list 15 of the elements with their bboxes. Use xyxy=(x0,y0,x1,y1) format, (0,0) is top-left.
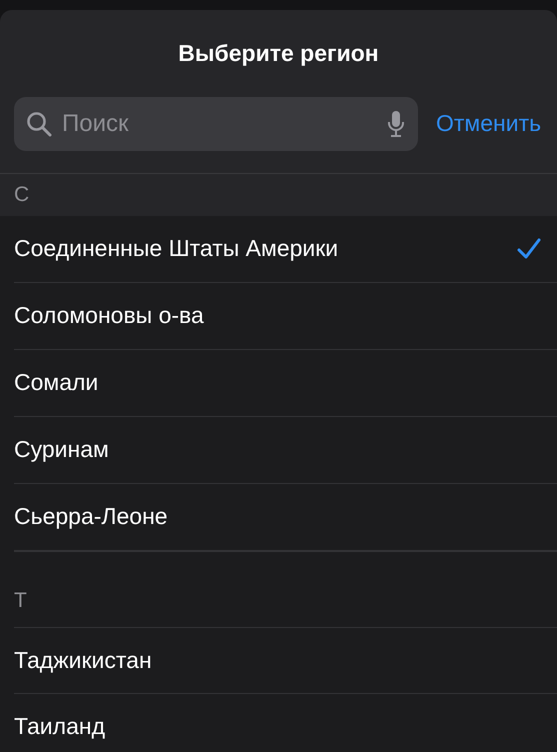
region-item[interactable]: Сьерра-Леоне xyxy=(14,499,168,534)
sheet-title: Выберите регион xyxy=(177,39,380,68)
region-item[interactable]: Соединенные Штаты Америки xyxy=(14,231,338,266)
search-icon xyxy=(26,110,52,136)
region-item[interactable]: Таиланд xyxy=(14,709,105,744)
region-item[interactable]: Сомали xyxy=(14,365,98,400)
microphone-icon[interactable] xyxy=(386,110,406,138)
section-letter: С xyxy=(14,182,30,208)
section-letter: Т xyxy=(14,588,27,614)
region-item[interactable]: Соломоновы о-ва xyxy=(14,298,204,333)
search-bar[interactable]: Поиск xyxy=(14,96,418,150)
region-item[interactable]: Суринам xyxy=(14,432,109,467)
search-field[interactable]: Поиск xyxy=(60,104,378,142)
cancel-button[interactable]: Отменить xyxy=(436,106,542,141)
region-item[interactable]: Таджикистан xyxy=(14,642,152,678)
